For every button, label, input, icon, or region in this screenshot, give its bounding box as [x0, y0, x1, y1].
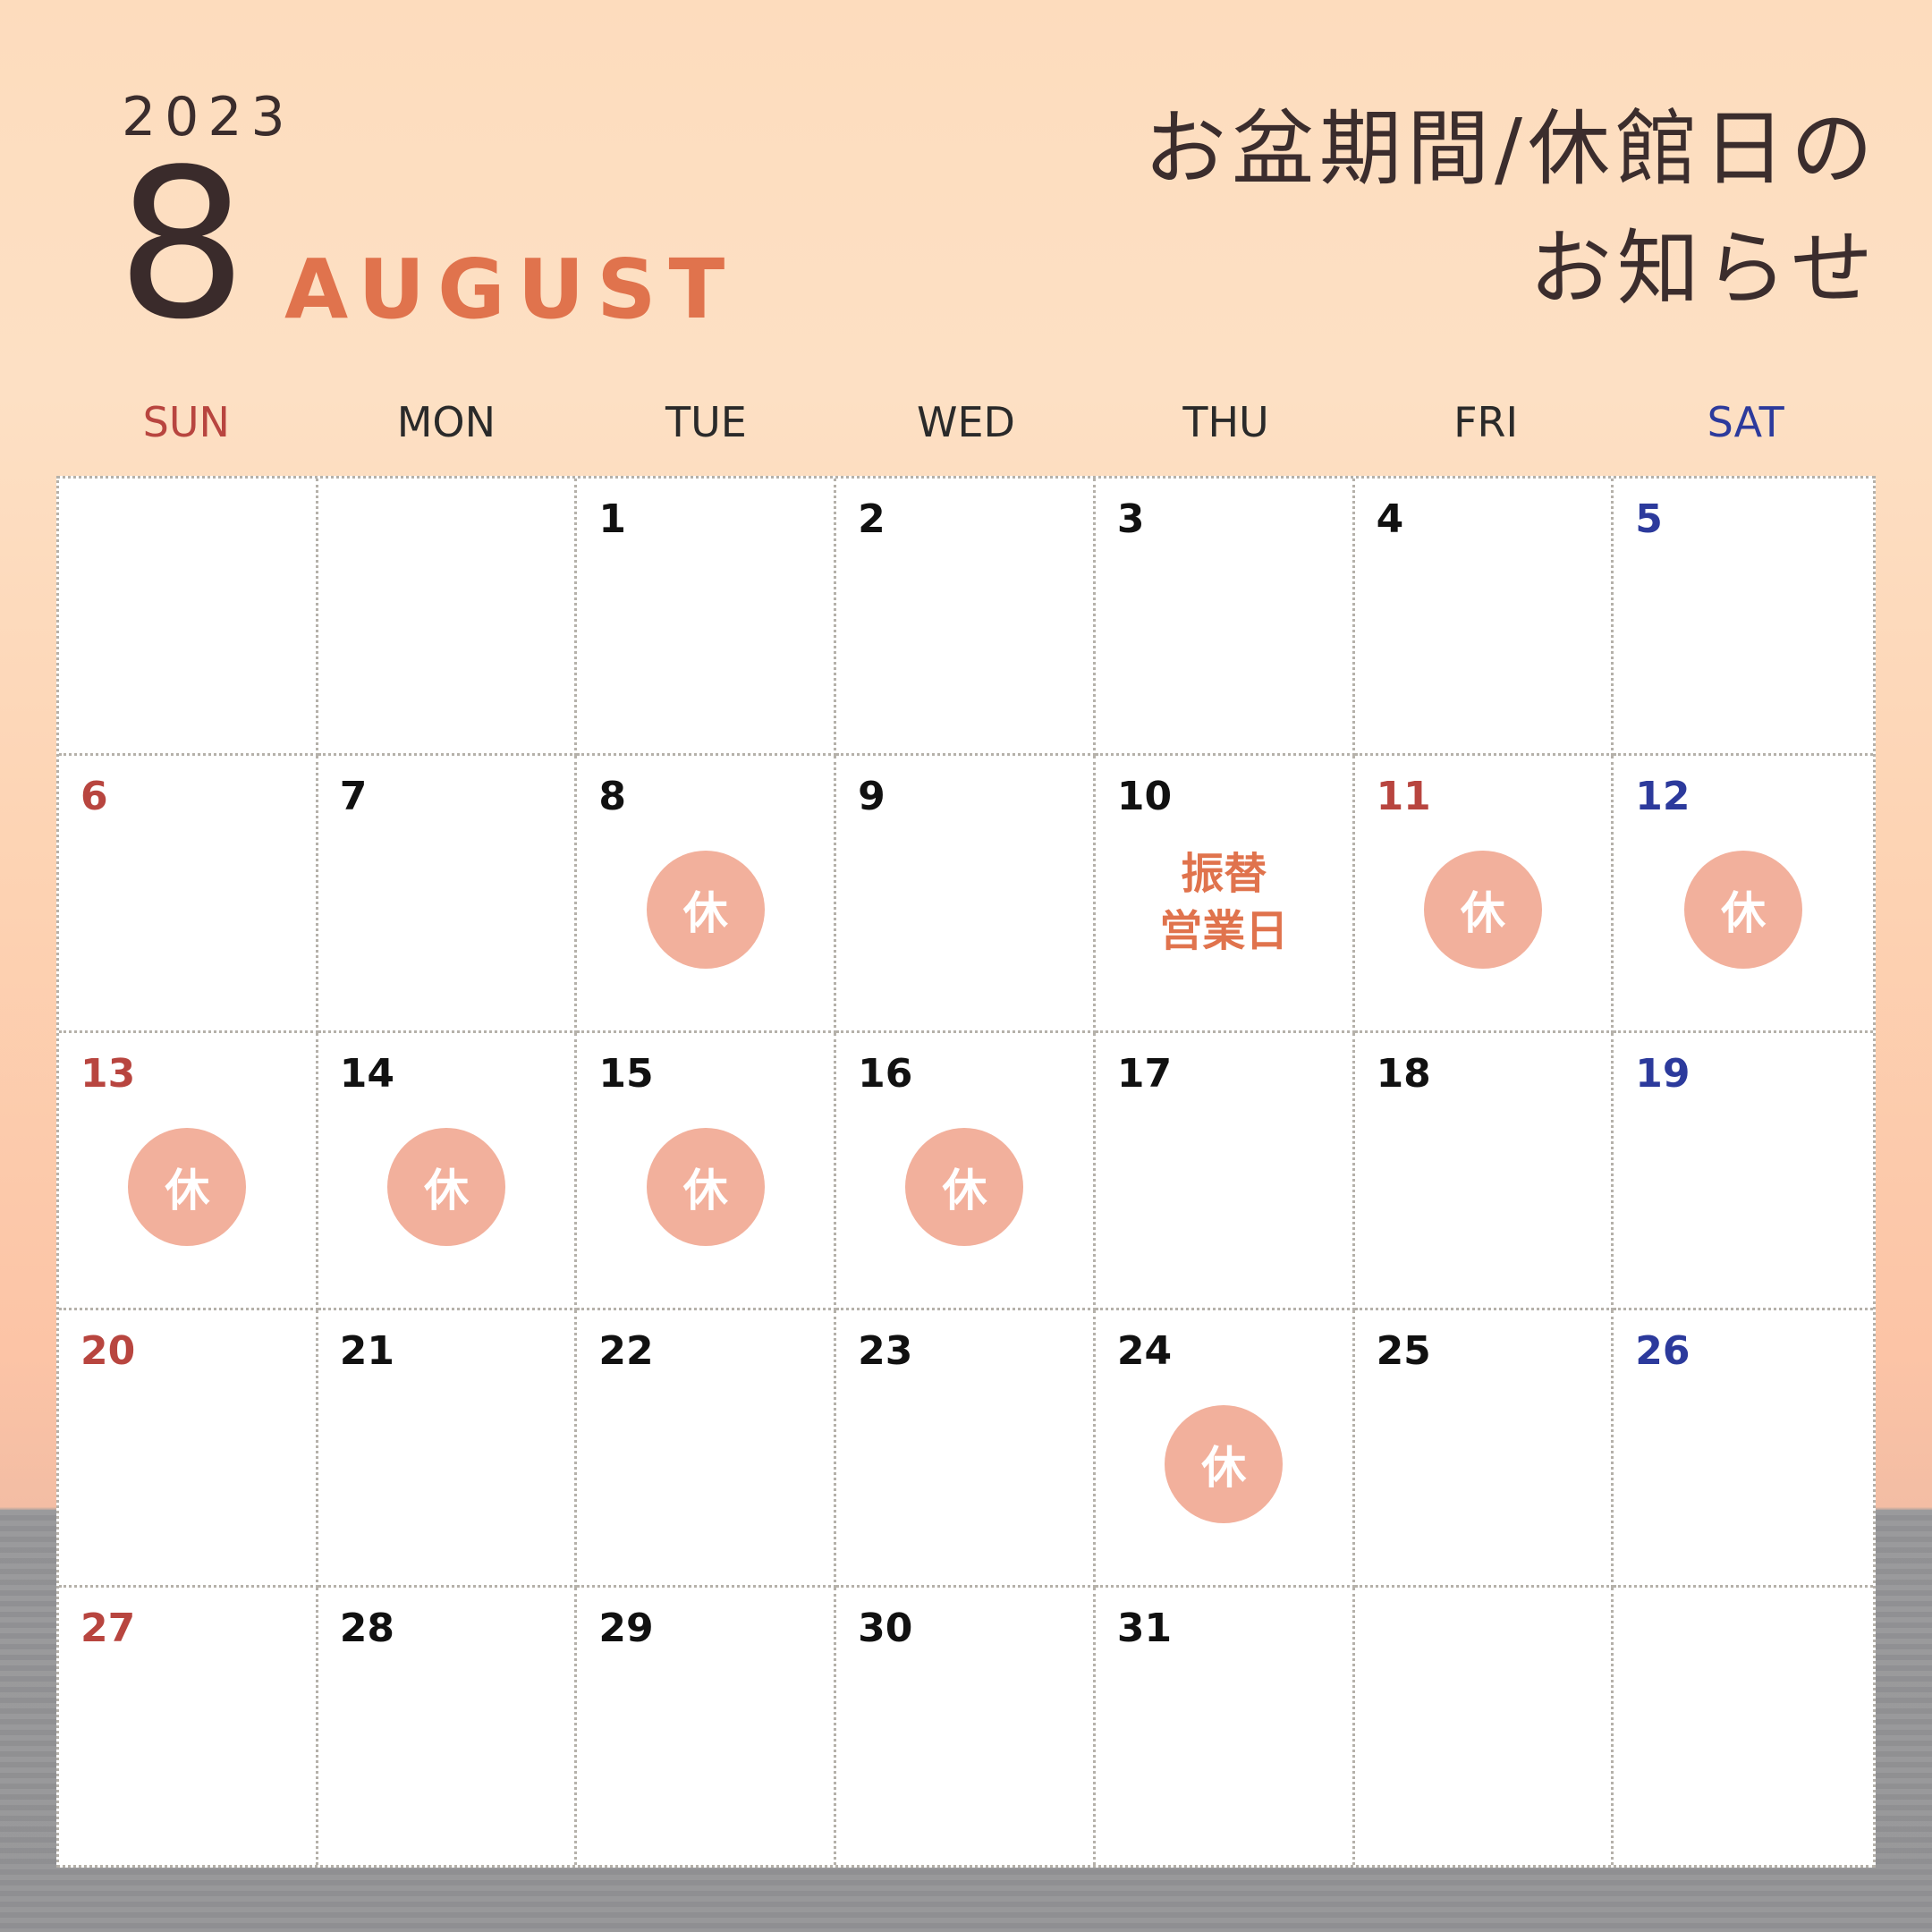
day-number: 5: [1635, 496, 1663, 542]
closed-badge: 休: [1423, 850, 1542, 969]
notice-line-2: お知らせ: [1529, 221, 1878, 317]
calendar-cell: [59, 479, 318, 756]
weekday-sat: SAT: [1707, 398, 1784, 446]
calendar-cell: 29: [577, 1588, 837, 1865]
day-number: 15: [598, 1051, 654, 1097]
weekday-sun: SUN: [142, 398, 230, 446]
day-number: 20: [80, 1328, 136, 1374]
notice-line-1: お盆期間/休館日の: [1144, 101, 1878, 197]
calendar-cell: 13 休: [59, 1033, 318, 1310]
substitute-workday-line-2: 営業日: [1159, 906, 1289, 956]
calendar-cell: 12 休: [1614, 756, 1873, 1033]
calendar-grid: 1 2 3 4 5 6 7 8 休 9 10 振替 営業日 11 休 12 休 13 休 14 休 15 休 16 休 17 18 1…: [56, 476, 1876, 1868]
month-number: 8: [116, 126, 248, 365]
day-number: 12: [1635, 774, 1690, 819]
day-number: 14: [339, 1051, 394, 1097]
calendar-cell: 19: [1614, 1033, 1873, 1310]
calendar-cell: 27: [59, 1588, 318, 1865]
day-number: 26: [1635, 1328, 1690, 1374]
day-number: 21: [339, 1328, 394, 1374]
closed-badge: 休: [1165, 1404, 1284, 1523]
calendar-cell: 20: [59, 1310, 318, 1588]
calendar-cell: 15 休: [577, 1033, 837, 1310]
day-number: 13: [80, 1051, 136, 1097]
day-number: 6: [80, 774, 108, 819]
day-number: 18: [1376, 1051, 1431, 1097]
calendar-cell: 2: [836, 479, 1096, 756]
calendar-cell: 26: [1614, 1310, 1873, 1588]
calendar-cell: 10 振替 営業日: [1095, 756, 1355, 1033]
day-number: 19: [1635, 1051, 1690, 1097]
day-number: 24: [1116, 1328, 1173, 1374]
calendar-cell: 22: [577, 1310, 837, 1588]
calendar-cell: 4: [1354, 479, 1614, 756]
day-number: 30: [858, 1606, 913, 1651]
closed-badge: 休: [387, 1127, 506, 1246]
day-number: 17: [1116, 1051, 1173, 1097]
calendar-cell: 16 休: [836, 1033, 1096, 1310]
calendar-cell: 9: [836, 756, 1096, 1033]
day-number: 16: [858, 1051, 913, 1097]
calendar-cell: [1355, 1588, 1614, 1865]
day-number: 31: [1116, 1606, 1173, 1651]
calendar-cell: 8休: [577, 756, 837, 1033]
closed-badge: 休: [646, 850, 765, 969]
day-number: 10: [1116, 774, 1173, 819]
calendar-cell: 18: [1354, 1033, 1614, 1310]
closed-badge: 休: [128, 1127, 247, 1246]
calendar-cell: 23: [836, 1310, 1096, 1588]
calendar-cell: [318, 479, 578, 756]
calendar-cell: 1: [577, 479, 837, 756]
substitute-workday-line-1: 振替: [1181, 849, 1267, 899]
weekday-thu: THU: [1182, 398, 1269, 446]
day-number: 4: [1376, 496, 1404, 542]
day-number: 11: [1376, 774, 1431, 819]
day-number: 23: [858, 1328, 913, 1374]
day-number: 29: [598, 1606, 654, 1651]
weekday-mon: MON: [396, 398, 496, 446]
calendar-cell: 5: [1614, 479, 1873, 756]
day-number: 2: [858, 496, 886, 542]
closed-badge: 休: [905, 1127, 1024, 1246]
day-number: 8: [598, 774, 627, 819]
calendar-cell: 28: [318, 1588, 578, 1865]
calendar-cell: 21: [318, 1310, 578, 1588]
substitute-workday-label: 振替 営業日: [1096, 845, 1352, 960]
weekday-fri: FRI: [1453, 398, 1519, 446]
day-number: 28: [339, 1606, 394, 1651]
weekday-wed: WED: [916, 398, 1015, 446]
calendar-cell: 24 休: [1095, 1310, 1355, 1588]
weekday-tue: TUE: [665, 398, 747, 446]
weekday-header: SUN MON TUE WED THU FRI SAT: [56, 398, 1876, 452]
day-number: 3: [1116, 496, 1145, 542]
closed-badge: 休: [1684, 850, 1803, 969]
notice-title: お盆期間/休館日の お知らせ: [1144, 89, 1878, 329]
calendar-cell: [1614, 1588, 1873, 1865]
calendar-cell: 11 休: [1354, 756, 1614, 1033]
calendar-cell: 7: [318, 756, 578, 1033]
day-number: 1: [598, 496, 627, 542]
calendar-cell: 30: [836, 1588, 1096, 1865]
day-number: 25: [1376, 1328, 1431, 1374]
calendar-cell: 3: [1095, 479, 1355, 756]
month-name: AUGUST: [284, 242, 738, 337]
calendar-cell: 14 休: [318, 1033, 578, 1310]
day-number: 27: [80, 1606, 136, 1651]
closed-badge: 休: [646, 1127, 765, 1246]
calendar-cell: 6: [59, 756, 318, 1033]
day-number: 7: [339, 774, 368, 819]
day-number: 22: [598, 1328, 654, 1374]
calendar-cell: 17: [1095, 1033, 1355, 1310]
day-number: 9: [858, 774, 886, 819]
calendar-cell: 31: [1096, 1588, 1355, 1865]
calendar-cell: 25: [1354, 1310, 1614, 1588]
